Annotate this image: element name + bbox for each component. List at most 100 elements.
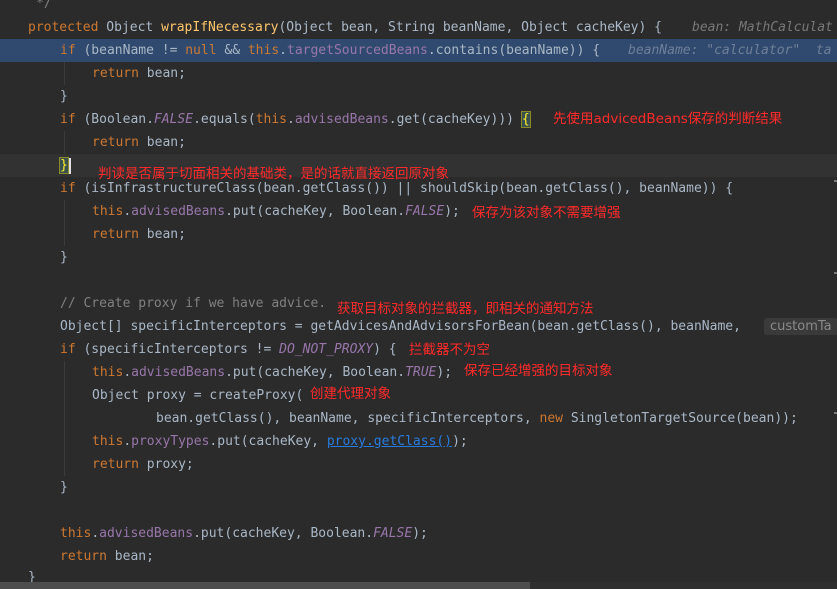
code-text: bean.getClass(), beanName, specificInter… xyxy=(156,411,540,426)
keyword: this xyxy=(60,526,92,541)
debug-inline-value: bean: MathCalculat xyxy=(692,20,833,35)
comment-end: */ xyxy=(36,0,52,11)
code-content: if (Boolean.FALSE.equals(this.advisedBea… xyxy=(60,108,531,131)
horizontal-scrollbar-thumb[interactable] xyxy=(0,582,530,589)
code-line[interactable]: this.advisedBeans.put(cacheKey, Boolean.… xyxy=(0,522,837,545)
code-text: (isInfrastructureClass(bean.getClass()) … xyxy=(75,181,734,196)
field: advisedBeans xyxy=(131,204,226,219)
code-line[interactable]: this.advisedBeans.put(cacheKey, Boolean.… xyxy=(0,361,837,384)
code-line[interactable]: */ xyxy=(0,0,837,15)
code-text: bean; xyxy=(138,227,186,242)
keyword: if xyxy=(60,342,76,357)
keyword: this xyxy=(92,434,124,449)
indent-guide xyxy=(64,62,65,85)
code-comment: // Create proxy if we have advice. xyxy=(60,296,327,311)
code-link[interactable]: proxy.getClass() xyxy=(327,434,452,449)
code-text: . xyxy=(91,526,100,541)
keyword: return xyxy=(60,549,107,564)
field: proxyTypes xyxy=(131,434,210,449)
code-text: ); xyxy=(436,365,453,380)
code-line-execution-point[interactable]: if (beanName != null && this.targetSourc… xyxy=(0,39,837,62)
closing-brace: } xyxy=(60,89,68,104)
annotation-enhanced: 保存已经增强的目标对象 xyxy=(464,363,613,379)
keyword: this xyxy=(92,204,124,219)
keyword: if xyxy=(60,181,76,196)
code-text: . xyxy=(123,365,132,380)
annotation-advised-check: 先使用advicedBeans保存的判断结果 xyxy=(553,111,783,127)
code-text: .put(cacheKey, xyxy=(209,434,327,449)
code-content: return bean; xyxy=(92,131,186,154)
closing-brace: } xyxy=(60,250,68,265)
code-line[interactable]: bean.getClass(), beanName, specificInter… xyxy=(0,407,837,430)
annotation-no-enhance: 保存为该对象不需要增强 xyxy=(472,205,621,221)
code-content: this.proxyTypes.put(cacheKey, proxy.getC… xyxy=(92,430,468,453)
indent-guide xyxy=(64,200,65,223)
indent-guide xyxy=(64,453,65,476)
constant: FALSE xyxy=(153,112,194,127)
code-text: .put(cacheKey, Boolean. xyxy=(193,526,374,541)
code-editor[interactable]: */ protected Object wrapIfNecessary(Obje… xyxy=(0,0,837,589)
matched-brace: { xyxy=(520,111,531,128)
keyword: null xyxy=(185,43,217,58)
code-line[interactable]: return bean; xyxy=(0,545,837,568)
keyword: return xyxy=(92,457,139,472)
code-line[interactable]: return bean; xyxy=(0,223,837,246)
code-text: . xyxy=(287,112,295,127)
code-line[interactable]: return bean; xyxy=(0,62,837,85)
keyword: if xyxy=(60,43,76,58)
keyword: return xyxy=(92,66,139,81)
code-text: bean; xyxy=(138,66,186,81)
code-line[interactable]: this.proxyTypes.put(cacheKey, proxy.getC… xyxy=(0,430,837,453)
code-content: return bean; xyxy=(60,545,154,568)
code-text: (Object bean, String beanName, Object ca… xyxy=(278,20,662,35)
indent-guide xyxy=(64,131,65,154)
code-text: .put(cacheKey, Boolean. xyxy=(225,204,406,219)
code-line[interactable]: Object[] specificInterceptors = getAdvic… xyxy=(0,315,837,338)
indent-guide xyxy=(64,407,65,430)
code-line[interactable]: this.advisedBeans.put(cacheKey, Boolean.… xyxy=(0,200,837,223)
code-content: this.advisedBeans.put(cacheKey, Boolean.… xyxy=(92,361,452,384)
code-line[interactable]: protected Object wrapIfNecessary(Object … xyxy=(0,16,837,39)
debug-inline-value: beanName: "calculator" ta xyxy=(628,43,832,58)
code-content: return bean; xyxy=(92,62,186,85)
code-line[interactable]: } xyxy=(0,85,837,108)
code-text: . xyxy=(279,43,287,58)
code-text: proxy; xyxy=(138,457,194,472)
indent-guide xyxy=(64,430,65,453)
keyword: if xyxy=(60,112,76,127)
code-content: this.advisedBeans.put(cacheKey, Boolean.… xyxy=(60,522,428,545)
indent-guide xyxy=(64,384,65,407)
code-text: Object proxy = createProxy( xyxy=(92,388,304,403)
field: advisedBeans xyxy=(99,526,194,541)
field: advisedBeans xyxy=(131,365,226,380)
indent-guide xyxy=(64,223,65,246)
indent-guide xyxy=(64,361,65,384)
annotation-create-proxy: 创建代理对象 xyxy=(310,386,391,402)
text-caret xyxy=(68,157,71,174)
code-content: if (specificInterceptors != DO_NOT_PROXY… xyxy=(60,338,397,361)
code-text: . xyxy=(123,204,132,219)
code-line[interactable]: return bean; xyxy=(0,131,837,154)
code-text: .put(cacheKey, Boolean. xyxy=(225,365,406,380)
code-line[interactable]: } xyxy=(0,246,837,269)
code-text: (Boolean. xyxy=(75,112,154,127)
keyword: return xyxy=(92,135,139,150)
annotation-not-empty: 拦截器不为空 xyxy=(409,342,490,358)
code-text: bean; xyxy=(138,135,186,150)
code-line[interactable]: Object proxy = createProxy( xyxy=(0,384,837,407)
constant: TRUE xyxy=(405,365,437,380)
code-line[interactable]: } xyxy=(0,476,837,499)
code-text: bean; xyxy=(106,549,154,564)
keyword: new xyxy=(539,411,563,426)
closing-brace: } xyxy=(60,480,68,495)
code-content: bean.getClass(), beanName, specificInter… xyxy=(156,407,798,430)
code-text: && xyxy=(216,43,248,58)
code-line[interactable]: return proxy; xyxy=(0,453,837,476)
field: targetSourcedBeans xyxy=(287,43,428,58)
keyword: protected xyxy=(28,20,99,35)
code-text: ); xyxy=(444,204,460,219)
parameter-hint: customTa xyxy=(764,318,837,335)
field: advisedBeans xyxy=(294,112,389,127)
horizontal-scroll-track[interactable] xyxy=(530,582,837,589)
constant: DO_NOT_PROXY xyxy=(279,342,374,357)
